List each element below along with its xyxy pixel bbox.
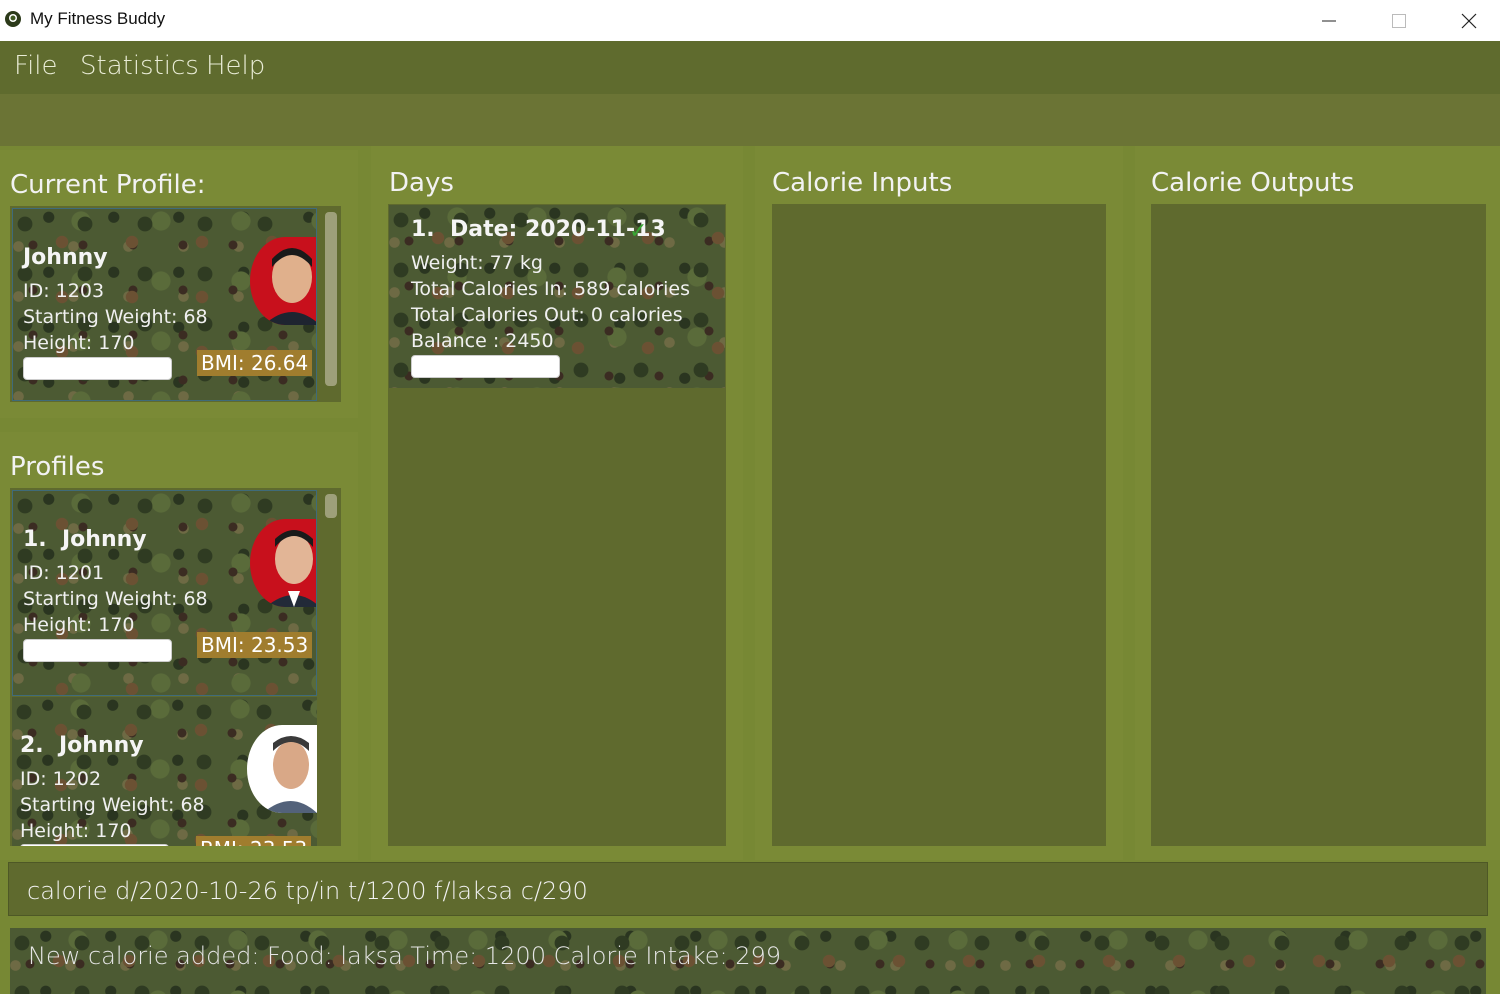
profile-starting-weight: Starting Weight: 68	[20, 794, 205, 816]
menu-file[interactable]: File	[14, 51, 58, 81]
calorie-inputs-heading: Calorie Inputs	[772, 168, 953, 198]
calorie-outputs-heading: Calorie Outputs	[1151, 168, 1355, 198]
checkmark-icon: ✓	[629, 219, 648, 244]
calorie-inputs-list	[772, 204, 1106, 846]
profile-progress-bar	[20, 844, 169, 846]
day-calories-in: Total Calories In: 589 calories	[411, 278, 691, 300]
current-profile-scrollbar[interactable]	[325, 212, 337, 386]
app-logo-icon	[5, 11, 21, 27]
profile-id: ID: 1201	[23, 562, 105, 584]
title-bar: My Fitness Buddy	[0, 0, 1500, 41]
day-calories-out: Total Calories Out: 0 calories	[411, 304, 683, 326]
bmi-badge: BMI: 23.53	[197, 632, 313, 658]
avatar	[247, 725, 317, 813]
profile-name: 2. Johnny	[20, 733, 144, 758]
menu-help[interactable]: Help	[206, 51, 265, 81]
command-input-text[interactable]: calorie d/2020-10-26 tp/in t/1200 f/laks…	[27, 877, 588, 905]
toolbar-strip	[0, 94, 1500, 146]
profile-id: ID: 1203	[23, 280, 105, 302]
profile-progress-bar	[23, 639, 172, 662]
profiles-scrollbar[interactable]	[325, 494, 337, 518]
days-heading: Days	[389, 168, 454, 198]
profile-height: Height: 170	[23, 614, 135, 636]
bmi-badge: BMI: 23.53	[196, 836, 312, 846]
profile-progress-bar	[23, 357, 172, 380]
calorie-outputs-list	[1151, 204, 1486, 846]
profile-name: Johnny	[23, 245, 108, 270]
profile-starting-weight: Starting Weight: 68	[23, 306, 208, 328]
profile-starting-weight: Starting Weight: 68	[23, 588, 208, 610]
minimize-icon	[1322, 20, 1336, 21]
list-item[interactable]: 1. Johnny ID: 1201 Starting Weight: 68 H…	[12, 490, 317, 696]
window-title: My Fitness Buddy	[30, 9, 166, 28]
maximize-icon	[1392, 13, 1406, 28]
minimize-button[interactable]	[1294, 0, 1364, 41]
current-profile-card[interactable]: Johnny ID: 1203 Starting Weight: 68 Heig…	[12, 208, 317, 401]
current-profile-heading: Current Profile:	[10, 170, 206, 200]
result-display-text: New calorie added: Food: laksa Time: 120…	[28, 942, 782, 970]
day-balance: Balance : 2450	[411, 330, 554, 352]
maximize-button[interactable]	[1364, 0, 1434, 41]
day-weight: Weight: 77 kg	[411, 252, 543, 274]
profiles-heading: Profiles	[10, 452, 105, 482]
list-item[interactable]: 1. Date: 2020-11-13 ✓ Weight: 77 kg Tota…	[389, 205, 725, 388]
avatar	[250, 519, 316, 607]
menu-statistics[interactable]: Statistics	[80, 51, 199, 81]
day-date: 1. Date: 2020-11-13	[411, 217, 666, 242]
close-button[interactable]	[1434, 0, 1500, 41]
bmi-badge: BMI: 26.64	[197, 350, 313, 376]
avatar	[250, 237, 316, 325]
profile-id: ID: 1202	[20, 768, 102, 790]
day-progress-bar	[411, 355, 560, 378]
profile-height: Height: 170	[20, 820, 132, 842]
profile-name: 1. Johnny	[23, 527, 147, 552]
close-icon	[1461, 13, 1477, 28]
list-item[interactable]: 2. Johnny ID: 1202 Starting Weight: 68 H…	[12, 697, 317, 846]
profile-height: Height: 170	[23, 332, 135, 354]
